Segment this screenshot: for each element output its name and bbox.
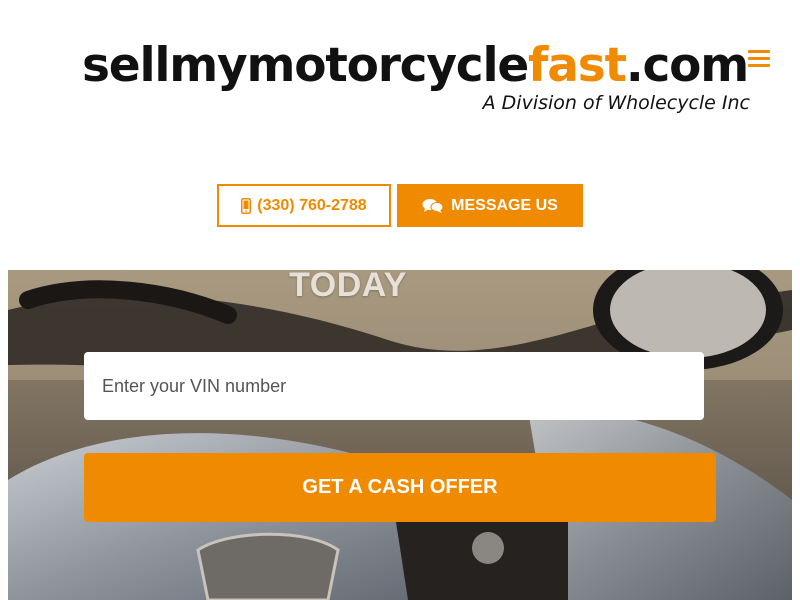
motorcycle-background-image: [8, 270, 792, 600]
logo-wordmark: sellmymotorcyclefast.com: [82, 36, 752, 96]
phone-number-label: (330) 760-2788: [257, 196, 367, 214]
logo-tagline: A Division of Wholecycle Inc: [482, 92, 750, 114]
site-logo[interactable]: sellmymotorcyclefast.com A Division of W…: [82, 36, 752, 114]
logo-text-accent: fast: [528, 38, 627, 93]
vin-number-input[interactable]: [84, 352, 704, 420]
get-cash-offer-button[interactable]: GET A CASH OFFER: [84, 453, 716, 522]
message-us-label: MESSAGE US: [451, 196, 558, 214]
chat-bubbles-icon: [422, 198, 444, 213]
hero-banner: TODAY: [8, 270, 792, 600]
call-phone-button[interactable]: (330) 760-2788: [217, 184, 391, 227]
message-us-button[interactable]: MESSAGE US: [397, 184, 583, 227]
logo-text-prefix: sellmymotorcycle: [82, 38, 529, 93]
logo-text-suffix: .com: [625, 38, 749, 93]
get-cash-offer-label: GET A CASH OFFER: [302, 476, 498, 498]
mobile-phone-icon: [241, 197, 252, 214]
hamburger-menu-icon[interactable]: [748, 50, 770, 68]
hero-title: TODAY: [289, 270, 407, 304]
